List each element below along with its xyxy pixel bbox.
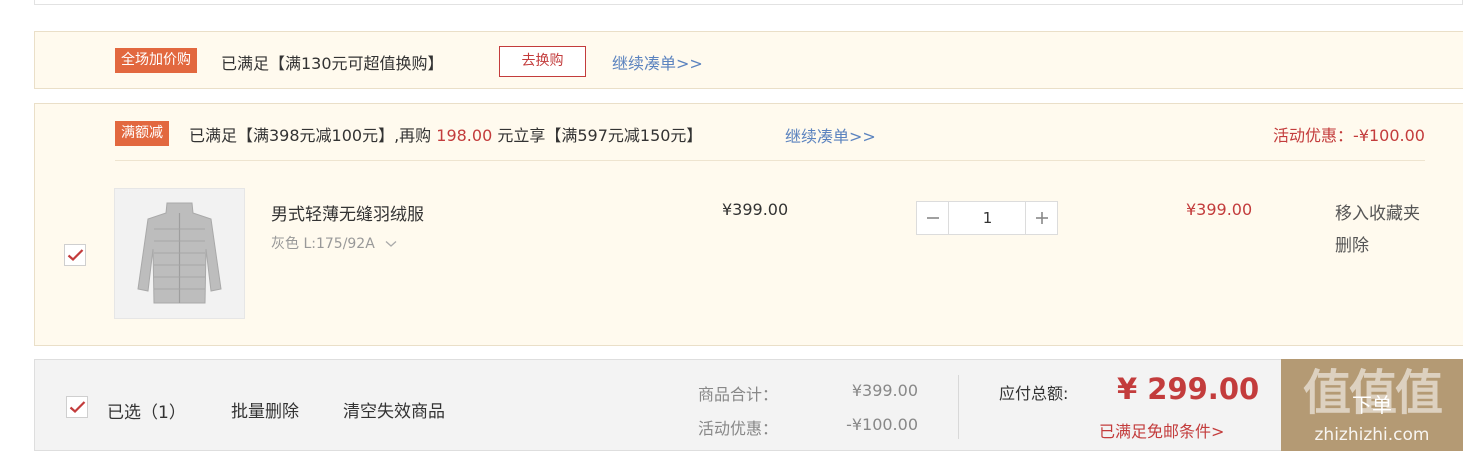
jacket-image [115, 189, 244, 318]
continue-shopping-link[interactable]: 继续凑单>> [612, 50, 703, 74]
move-to-favorites-link[interactable]: 移入收藏夹 [1335, 199, 1420, 224]
promo-tag: 满额减 [115, 121, 169, 146]
batch-delete-link[interactable]: 批量删除 [231, 397, 299, 422]
select-all-checkbox[interactable] [66, 396, 88, 418]
checkmark-icon [67, 249, 84, 262]
exchange-button[interactable]: 去换购 [499, 46, 586, 77]
goods-total-label: 商品合计： [698, 385, 779, 404]
discount-value: -¥100.00 [846, 415, 918, 434]
extra-amount: 198.00 [436, 126, 493, 145]
pay-total-value: ¥ 299.00 [1117, 372, 1260, 406]
group-discount: 活动优惠：-¥100.00 [1273, 126, 1425, 145]
item-checkbox[interactable] [64, 244, 86, 266]
divider [115, 160, 1425, 161]
plus-icon [1036, 212, 1048, 224]
selected-count: 已选（1） [107, 403, 186, 423]
promo-tag: 全场加价购 [115, 48, 197, 73]
item-subtotal: ¥399.00 [1186, 200, 1253, 219]
promo-status-text: 已满足【满130元可超值换购】 [221, 54, 444, 73]
checkmark-icon [69, 401, 86, 414]
chevron-down-icon [385, 236, 397, 252]
free-shipping-link[interactable]: 已满足免邮条件> [1099, 418, 1224, 442]
checkout-label: 下单 [1352, 393, 1392, 417]
increase-quantity-button[interactable] [1025, 202, 1057, 234]
cart-footer: 已选（1） 批量删除 清空失效商品 商品合计： ¥399.00 活动优惠： -¥… [34, 359, 1463, 451]
quantity-stepper [916, 201, 1058, 235]
delete-item-link[interactable]: 删除 [1335, 231, 1369, 256]
continue-shopping-link[interactable]: 继续凑单>> [785, 123, 876, 147]
discount-label: 活动优惠： [698, 419, 779, 438]
divider [958, 375, 959, 439]
promo-status-text: 已满足【满398元减100元】,再购 198.00 元立享【满597元减150元… [189, 126, 703, 145]
product-image[interactable] [114, 188, 245, 319]
product-name[interactable]: 男式轻薄无缝羽绒服 [271, 200, 424, 225]
exchange-promo-bar: 全场加价购 已满足【满130元可超值换购】 去换购 继续凑单>> [34, 31, 1463, 89]
decrease-quantity-button[interactable] [917, 202, 949, 234]
quantity-input[interactable] [950, 202, 1025, 234]
goods-total-value: ¥399.00 [851, 381, 918, 400]
checkout-button[interactable]: 值值值 下单 zhizhizhi.com [1281, 359, 1463, 451]
unit-price: ¥399.00 [722, 200, 789, 219]
product-spec-selector[interactable]: 灰色 L:175/92A [271, 233, 397, 253]
pay-total-label: 应付总额: [999, 384, 1069, 403]
previous-section-edge [34, 0, 1463, 5]
cart-group-full-reduction: 满额减 已满足【满398元减100元】,再购 198.00 元立享【满597元减… [34, 103, 1463, 346]
minus-icon [927, 217, 939, 219]
watermark-text: zhizhizhi.com [1314, 425, 1430, 445]
clear-invalid-link[interactable]: 清空失效商品 [343, 397, 445, 422]
